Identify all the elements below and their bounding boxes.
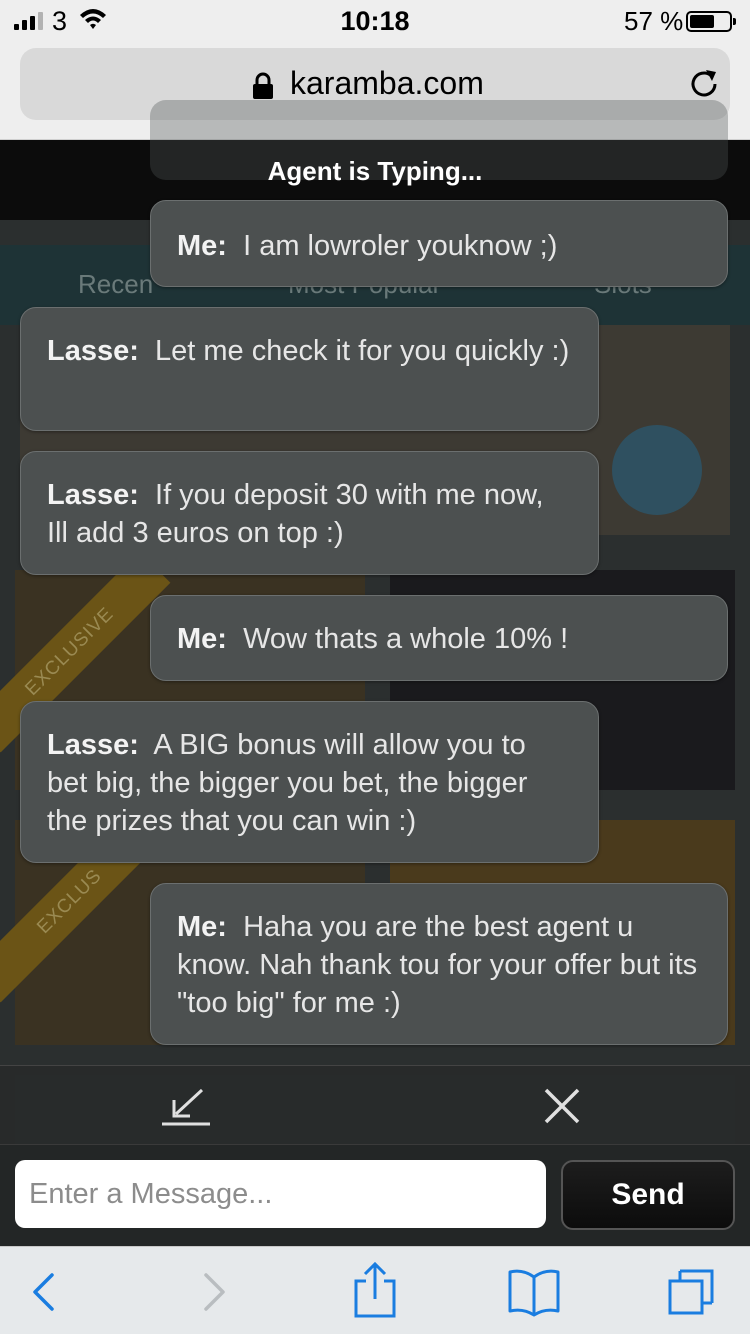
- browser-toolbar: [0, 1246, 750, 1334]
- message-text: Let me check it for you quickly :): [155, 335, 570, 367]
- message-sender: Lasse:: [47, 335, 139, 367]
- message-sender: Lasse:: [47, 729, 139, 761]
- message-input[interactable]: [15, 1160, 546, 1228]
- forward-icon[interactable]: [188, 1267, 238, 1317]
- message-sender: Me:: [177, 230, 227, 262]
- chat-message-me: Me: Haha you are the best agent u know. …: [150, 883, 728, 1045]
- close-icon[interactable]: [542, 1086, 582, 1126]
- message-sender: Me:: [177, 623, 227, 655]
- bookmarks-icon[interactable]: [506, 1267, 562, 1317]
- battery-fill: [690, 15, 714, 28]
- back-icon[interactable]: [20, 1267, 70, 1317]
- chat-message-agent: Lasse: If you deposit 30 with me now, Il…: [20, 451, 599, 575]
- share-icon[interactable]: [350, 1261, 400, 1319]
- battery-percentage: 57 %: [624, 6, 684, 36]
- reload-icon[interactable]: [686, 66, 722, 102]
- chat-message-me: Me: I am lowroler youknow ;): [150, 200, 728, 287]
- url-text: karamba.com: [290, 65, 484, 101]
- lock-icon: [253, 72, 273, 99]
- background-tab: Recen: [78, 269, 154, 299]
- minimize-icon[interactable]: [160, 1086, 212, 1128]
- message-composer: Send: [0, 1144, 750, 1246]
- message-text: Wow thats a whole 10% !: [243, 623, 569, 655]
- message-text: Haha you are the best agent u know. Nah …: [177, 911, 698, 1019]
- message-sender: Lasse:: [47, 479, 139, 511]
- bird-illustration: [612, 425, 702, 515]
- chat-message-agent: Lasse: A BIG bonus will allow you to bet…: [20, 701, 599, 863]
- status-bar: 3 10:18 57 %: [0, 0, 750, 40]
- chat-controls: [0, 1065, 750, 1145]
- tabs-icon[interactable]: [666, 1267, 716, 1317]
- chat-message-me: Me: Wow thats a whole 10% !: [150, 595, 728, 681]
- battery-icon: [686, 11, 736, 32]
- typing-indicator: Agent is Typing...: [267, 156, 483, 186]
- message-sender: Me:: [177, 911, 227, 943]
- message-text: I am lowroler youknow ;): [243, 230, 558, 262]
- send-button[interactable]: Send: [561, 1160, 735, 1230]
- chat-message-agent: Lasse: Let me check it for you quickly :…: [20, 307, 599, 431]
